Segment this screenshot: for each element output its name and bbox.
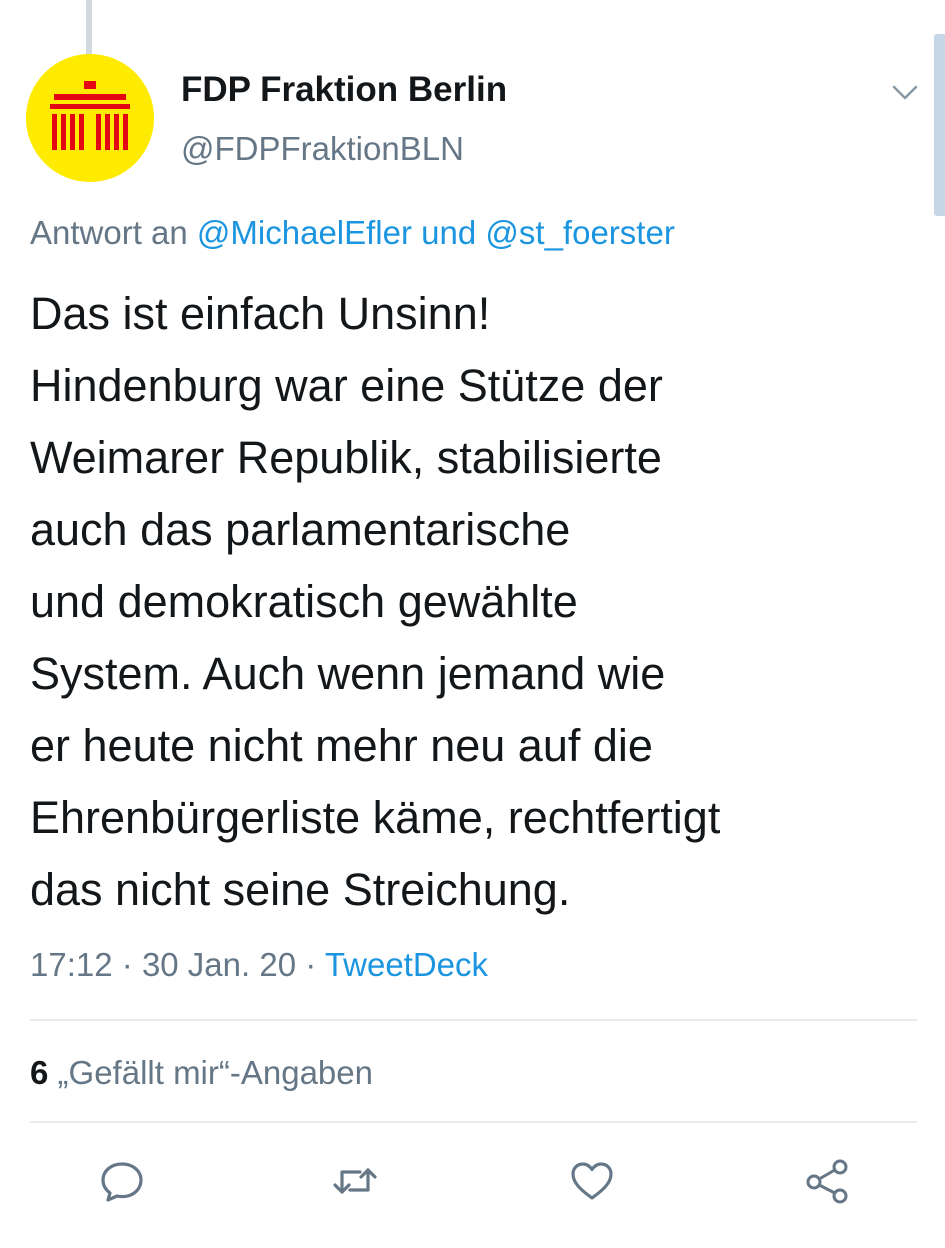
thread-connector-line [86,0,92,54]
author-handle[interactable]: @FDPFraktionBLN [181,130,464,168]
meta-separator: · [121,946,133,983]
tweet-text-line: Hindenburg war eine Stütze der [30,360,663,411]
tweet-text-line: und demokratisch gewählte [30,576,578,627]
brandenburg-gate-logo-icon [26,54,154,182]
share-button[interactable] [802,1156,852,1206]
tweet-date[interactable]: 30 Jan. 20 [142,946,296,983]
tweet-text-line: auch das parlamentarische [30,504,571,555]
tweet-text: Das ist einfach Unsinn! Hindenburg war e… [30,278,930,926]
tweet-text-line: Ehrenbürgerliste käme, rechtfertigt [30,792,721,843]
divider [30,1019,917,1021]
tweet-meta: 17:12 · 30 Jan. 20 · TweetDeck [30,946,488,984]
retweet-icon [333,1168,377,1194]
tweet-text-line: er heute nicht mehr neu auf die [30,720,653,771]
likes-label: „Gefällt mir“-Angaben [57,1054,373,1091]
reply-button[interactable] [97,1156,147,1206]
tweet-detail-view: FDP Fraktion Berlin @FDPFraktionBLN Antw… [0,0,945,1248]
reply-mention-1[interactable]: @MichaelEfler [197,214,412,251]
tweet-text-line: Das ist einfach Unsinn! [30,288,491,339]
heart-icon [571,1162,613,1200]
reply-conjunction: und [421,214,477,251]
avatar[interactable] [26,54,154,182]
reply-to-line: Antwort an @MichaelEfler und @st_foerste… [30,214,675,252]
reply-mention-2[interactable]: @st_foerster [485,214,674,251]
chevron-down-icon[interactable] [888,78,922,106]
scrollbar-thumb[interactable] [934,34,945,216]
likes-count: 6 [30,1054,49,1091]
tweet-text-line: das nicht seine Streichung. [30,864,571,915]
author-name[interactable]: FDP Fraktion Berlin [181,70,507,110]
retweet-button[interactable] [330,1156,380,1206]
share-icon [806,1159,848,1204]
meta-separator: · [305,946,317,983]
tweet-source-link[interactable]: TweetDeck [325,946,488,983]
tweet-text-line: Weimarer Republik, stabilisierte [30,432,662,483]
divider [30,1121,917,1123]
reply-to-prefix: Antwort an [30,214,188,251]
tweet-time[interactable]: 17:12 [30,946,113,983]
like-button[interactable] [567,1156,617,1206]
reply-icon [101,1162,143,1202]
likes-summary[interactable]: 6 „Gefällt mir“-Angaben [30,1054,373,1092]
tweet-text-line: System. Auch wenn jemand wie [30,648,666,699]
